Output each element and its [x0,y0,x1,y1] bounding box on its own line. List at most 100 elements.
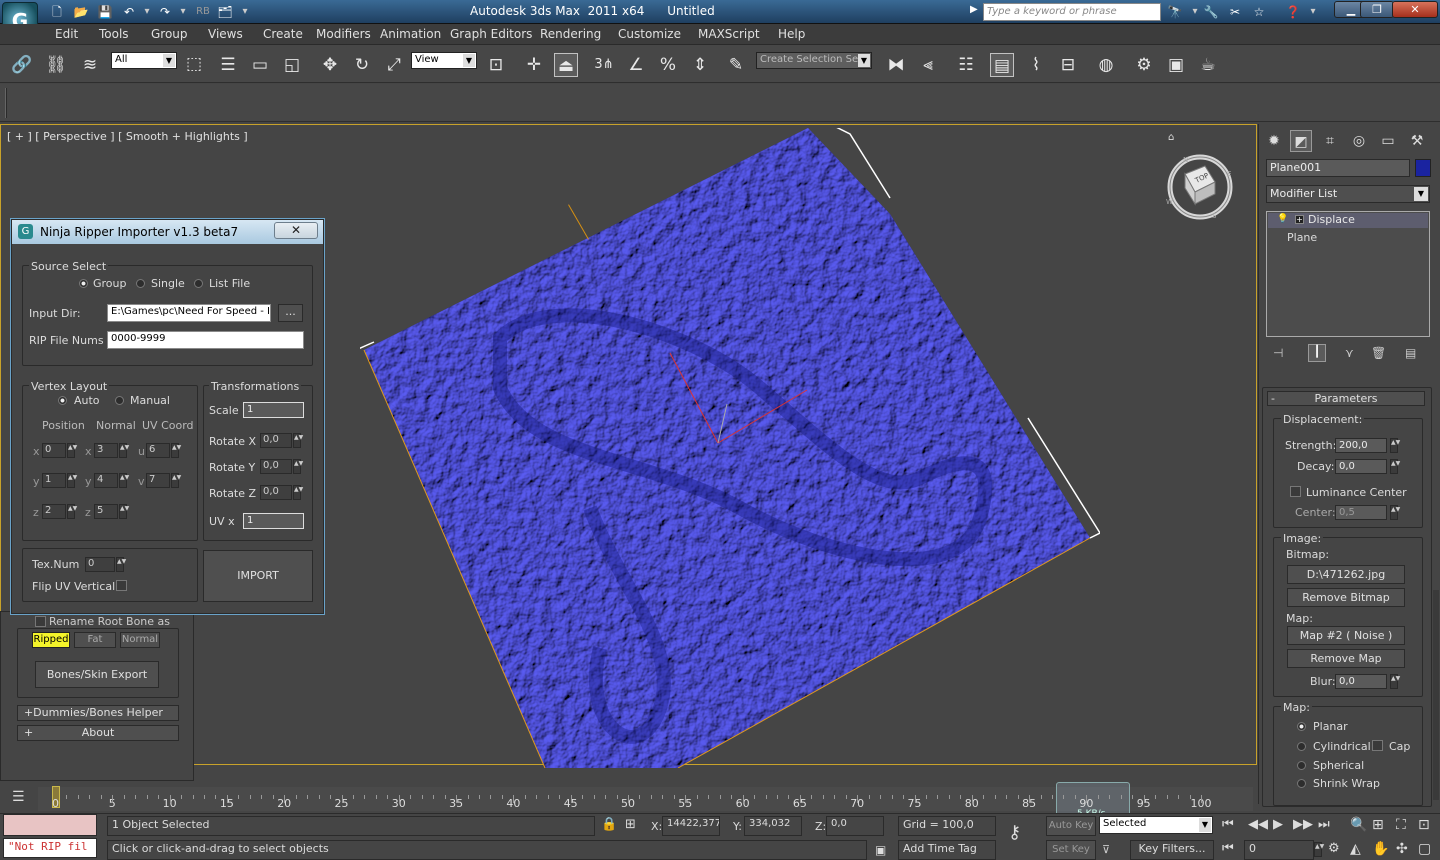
zoom-extents-icon[interactable]: ⛶ [1396,817,1406,833]
single-radio[interactable] [136,279,145,288]
displaced-plane-object[interactable] [360,128,1100,768]
nrm-y-spinner[interactable]: ▲▼ [119,473,129,488]
material-editor-icon[interactable]: ◍ [1094,53,1118,77]
bind-space-warp-icon[interactable]: ≋ [78,53,102,77]
uv-x-field[interactable]: 1 [243,513,304,529]
auto-radio[interactable] [58,396,67,405]
rip-file-nums-field[interactable]: 0000-9999 [107,331,304,349]
lock-selection-icon[interactable]: 🔒 [601,817,617,832]
go-to-start-icon[interactable]: ⏮ [1222,817,1234,832]
tex-num-field[interactable]: 0 [85,557,115,572]
viewcube[interactable]: TOP N E S W [1165,152,1235,222]
help-icon[interactable]: ❓ [1284,3,1302,21]
nrm-x-spinner[interactable]: ▲▼ [119,443,129,458]
normal-tab[interactable]: Normal [120,632,160,648]
redo-dropdown-icon[interactable]: ▾ [174,3,192,21]
menu-graph-editors[interactable]: Graph Editors [450,27,532,41]
project-folder-icon[interactable]: 🗂 [216,3,234,21]
y-coordinate-field[interactable]: 334,032 [744,816,802,836]
map-button[interactable]: Map #2 ( Noise ) [1287,626,1405,645]
menu-rendering[interactable]: Rendering [540,27,601,41]
key-filter-icon[interactable]: ⊽ [1102,843,1110,856]
reference-coordinate-dropdown[interactable]: View ▼ [411,52,477,69]
lightbulb-icon[interactable]: 💡 [1277,214,1288,224]
keyboard-shortcut-override-icon[interactable]: ⏏ [554,53,578,77]
pos-y-field[interactable]: 1 [42,473,66,488]
rotate-y-spinner[interactable]: ▲▼ [293,459,303,474]
ripped-tab[interactable]: Ripped [32,632,70,648]
favorites-icon[interactable]: ☆ [1250,3,1268,21]
key-mode-dropdown[interactable]: Selected ▼ [1099,816,1213,834]
pan-view-icon[interactable]: ✋ [1372,841,1389,857]
current-frame-spinner[interactable]: ▲▼ [1314,842,1324,857]
go-to-end-icon[interactable]: ⏭ [1318,817,1330,832]
pos-z-spinner[interactable]: ▲▼ [67,504,77,519]
center-spinner[interactable]: ▲▼ [1390,505,1400,520]
nrm-y-field[interactable]: 4 [94,473,118,488]
align-icon[interactable]: ⫷ [916,53,940,77]
z-coordinate-field[interactable]: 0,0 [826,816,884,836]
pos-z-field[interactable]: 2 [42,504,66,519]
show-end-result-icon[interactable]: ┃ [1308,344,1326,362]
menu-help[interactable]: Help [778,27,805,41]
nrm-x-field[interactable]: 3 [94,443,118,458]
utilities-tab-icon[interactable]: ⚒ [1406,130,1428,152]
subscription-icon[interactable]: 🔧 [1202,3,1220,21]
select-and-move-icon[interactable]: ✥ [318,53,342,77]
schematic-view-icon[interactable]: ⊟ [1056,53,1080,77]
dialog-title-bar[interactable]: G Ninja Ripper Importer v1.3 beta7 ✕ [12,220,323,244]
use-pivot-center-icon[interactable]: ⊡ [484,53,508,77]
select-and-rotate-icon[interactable]: ↻ [350,53,374,77]
pos-y-spinner[interactable]: ▲▼ [67,473,77,488]
open-file-icon[interactable]: 📂 [72,3,90,21]
configure-modifier-sets-icon[interactable]: ▤ [1405,346,1416,360]
menu-maxscript[interactable]: MAXScript [698,27,760,41]
create-tab-icon[interactable]: ✹ [1263,130,1285,152]
maximize-button[interactable]: ❐ [1360,1,1394,18]
nrm-z-field[interactable]: 5 [94,504,118,519]
play-icon[interactable]: ▶ [1273,817,1283,832]
stack-item-plane[interactable]: Plane [1287,231,1317,244]
blur-spinner[interactable]: ▲▼ [1390,674,1400,689]
flip-uv-checkbox[interactable] [116,580,127,591]
menu-create[interactable]: Create [263,27,303,41]
rotate-x-spinner[interactable]: ▲▼ [293,433,303,448]
uv-u-field[interactable]: 6 [146,443,170,458]
window-crossing-icon[interactable]: ◱ [280,53,304,77]
zoom-extents-all-icon[interactable]: ⊡ [1418,817,1430,833]
bitmap-button[interactable]: D:\471262.jpg [1287,565,1405,584]
unlink-icon[interactable]: ⛓ [44,53,68,77]
hierarchy-tab-icon[interactable]: ⌗ [1319,130,1341,152]
select-by-name-icon[interactable]: ☰ [216,53,240,77]
remove-modifier-icon[interactable]: 🗑 [1371,346,1386,360]
import-button[interactable]: IMPORT [203,550,313,602]
dialog-close-button[interactable]: ✕ [274,222,318,239]
menu-edit[interactable]: Edit [55,27,78,41]
group-radio[interactable] [79,279,88,288]
expand-plus-icon[interactable]: + [1295,215,1304,224]
modifier-stack[interactable]: Displace 💡 + Plane [1266,211,1430,337]
rendered-frame-window-icon[interactable]: ▣ [1164,53,1188,77]
menu-group[interactable]: Group [151,27,188,41]
rotate-z-field[interactable]: 0,0 [260,485,292,500]
edit-named-selection-icon[interactable]: ✎ [724,53,748,77]
auto-key-button[interactable]: Auto Key [1046,816,1096,836]
menu-tools[interactable]: Tools [99,27,129,41]
object-name-field[interactable]: Plane001 [1266,159,1410,177]
uv-v-spinner[interactable]: ▲▼ [171,473,181,488]
rotate-x-field[interactable]: 0,0 [260,433,292,448]
dummies-bones-helper-rollout[interactable]: + Dummies/Bones Helper [17,705,179,721]
rename-root-checkbox[interactable] [35,616,46,627]
remove-bitmap-button[interactable]: Remove Bitmap [1287,588,1405,607]
uv-u-spinner[interactable]: ▲▼ [171,443,181,458]
zoom-icon[interactable]: 🔍 [1350,817,1367,833]
percent-snap-icon[interactable]: % [656,53,680,77]
graphite-ribbon-icon[interactable]: ▤ [990,53,1014,77]
stack-item-displace[interactable]: Displace [1268,213,1428,228]
undo-icon[interactable]: ↶ [120,3,138,21]
current-frame-field[interactable]: 0 [1244,840,1314,860]
cap-checkbox[interactable] [1372,740,1383,751]
manual-radio[interactable] [115,396,124,405]
center-field[interactable]: 0,5 [1335,505,1387,520]
list-file-radio[interactable] [194,279,203,288]
